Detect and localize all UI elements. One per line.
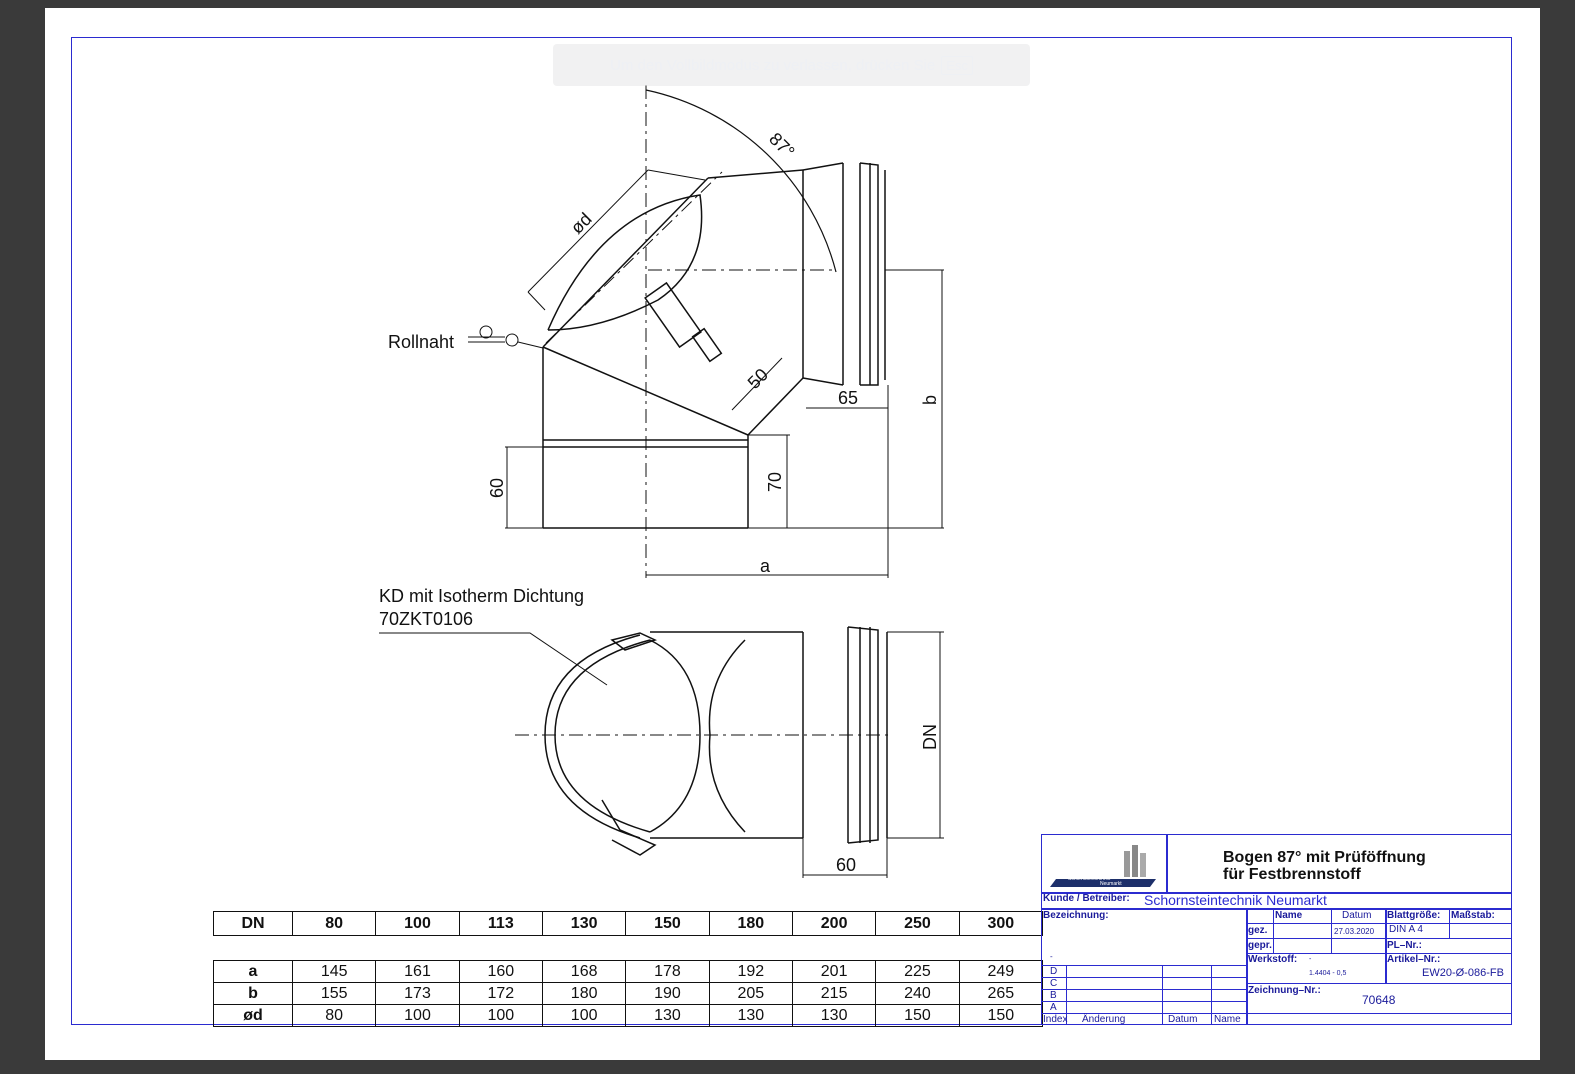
table-cell: 172 xyxy=(458,982,543,1005)
dim-50: 50 xyxy=(744,365,772,393)
date-header: Datum xyxy=(1342,910,1372,921)
angle-arc xyxy=(645,89,837,273)
material-dot: - xyxy=(1309,956,1312,963)
diameter-label: ød xyxy=(567,209,596,238)
dim-70: 70 xyxy=(765,472,785,492)
dim-a: a xyxy=(760,556,771,576)
dim-60-bottom: 60 xyxy=(836,855,856,875)
table-header-cell: 113 xyxy=(458,911,543,936)
table-cell: 265 xyxy=(958,982,1044,1005)
table-cell: 205 xyxy=(708,982,793,1005)
sheet-size-label: Blattgröße: xyxy=(1387,910,1441,921)
table-cell: 130 xyxy=(625,1004,710,1027)
table-cell: 80 xyxy=(291,1004,377,1027)
seam-symbol xyxy=(468,325,544,349)
elbow-front-view xyxy=(544,626,888,856)
drawing-title-line2: für Festbrennstoff xyxy=(1223,866,1361,883)
revision-change-header: Änderung xyxy=(1082,1014,1126,1025)
drawing-title-line1: Bogen 87° mit Prüföffnung xyxy=(1223,849,1426,866)
table-header-cell: 130 xyxy=(541,911,627,936)
table-header-cell: 180 xyxy=(708,911,793,936)
table-cell: 100 xyxy=(541,1004,627,1027)
table-cell: 130 xyxy=(791,1004,877,1027)
dim-60-left: 60 xyxy=(487,478,507,498)
table-cell: 190 xyxy=(625,982,710,1005)
table-cell: 150 xyxy=(875,1004,960,1027)
clamp-label-line1: KD mit Isotherm Dichtung xyxy=(379,586,584,606)
esc-key-hint: Esc xyxy=(941,55,973,75)
dim-dn: DN xyxy=(920,724,940,750)
table-header-cell: 150 xyxy=(625,911,710,936)
table-cell: 168 xyxy=(541,960,627,983)
table-cell: 155 xyxy=(291,982,377,1005)
table-cell: 130 xyxy=(708,1004,793,1027)
table-cell: 249 xyxy=(958,960,1044,983)
table-cell: 145 xyxy=(291,960,377,983)
table-header-cell: 100 xyxy=(375,911,460,936)
material-value: 1.4404 - 0,5 xyxy=(1309,970,1347,977)
company-logo: Schornsteintechnik Neumarkt xyxy=(1050,841,1162,887)
dim-65: 65 xyxy=(838,388,858,408)
table-header-cell: 250 xyxy=(875,911,960,936)
logo-text-2: Neumarkt xyxy=(1100,881,1122,887)
table-cell: 215 xyxy=(791,982,877,1005)
drawn-label: gez. xyxy=(1248,925,1268,936)
revision-index-header: Index xyxy=(1043,1014,1068,1025)
dimension-table: DN 80 100 113 130 150 180 200 250 300 a1… xyxy=(213,911,1044,1027)
table-cell: 201 xyxy=(791,960,877,983)
fullscreen-notice: Um den Vollbildmodus zu verlassen, drück… xyxy=(553,44,1030,86)
table-row: a 145 161 160 168 178 192 201 225 249 xyxy=(213,960,1044,983)
article-number-label: Artikel–Nr.: xyxy=(1387,954,1441,965)
dim-b: b xyxy=(920,395,940,405)
material-label: Werkstoff: xyxy=(1248,954,1298,965)
table-cell: 180 xyxy=(541,982,627,1005)
table-cell: 173 xyxy=(375,982,460,1005)
table-header-cell: 200 xyxy=(791,911,877,936)
checked-label: gepr. xyxy=(1248,940,1272,951)
table-header-cell: 80 xyxy=(291,911,377,936)
clamp-label-line2: 70ZKT0106 xyxy=(379,609,473,629)
table-cell: 100 xyxy=(458,1004,543,1027)
scale-label: Maßstab: xyxy=(1451,910,1495,921)
seam-label: Rollnaht xyxy=(388,332,454,352)
table-cell: 150 xyxy=(958,1004,1044,1027)
drawing-number-value: 70648 xyxy=(1362,993,1396,1007)
table-row: b 155 173 172 180 190 205 215 240 265 xyxy=(213,982,1044,1005)
revision-index-d: D xyxy=(1050,966,1058,977)
revision-date-header: Datum xyxy=(1168,1014,1198,1025)
customer-label: Kunde / Betreiber: xyxy=(1043,893,1130,904)
sheet-size-value: DIN A 4 xyxy=(1389,924,1423,935)
table-cell: 161 xyxy=(375,960,460,983)
table-row: ød 80 100 100 100 130 130 130 150 150 xyxy=(213,1004,1044,1027)
table-cell: 240 xyxy=(875,982,960,1005)
revision-index-c: C xyxy=(1050,978,1058,989)
table-header-dn: DN xyxy=(213,911,293,936)
revision-name-header: Name xyxy=(1214,1014,1241,1025)
table-header-cell: 300 xyxy=(958,911,1044,936)
table-cell: 225 xyxy=(875,960,960,983)
table-cell: 178 xyxy=(625,960,710,983)
title-block: Schornsteintechnik Neumarkt Bogen 87° mi… xyxy=(1041,834,1512,1025)
table-row-label: b xyxy=(213,982,293,1005)
drawing-number-label: Zeichnung–Nr.: xyxy=(1248,985,1321,996)
table-cell: 192 xyxy=(708,960,793,983)
designation-label: Bezeichnung: xyxy=(1043,910,1109,921)
elbow-side-view xyxy=(542,162,886,529)
table-cell: 160 xyxy=(458,960,543,983)
fullscreen-notice-text: Um den Vollbildmodus zu verlassen, drück… xyxy=(610,56,936,74)
designation-value: - xyxy=(1050,952,1053,961)
pl-number-label: PL–Nr.: xyxy=(1387,940,1423,951)
revision-index-a: A xyxy=(1050,1002,1057,1013)
article-number-value: EW20-Ø-086-FB xyxy=(1422,967,1504,979)
name-header: Name xyxy=(1275,910,1303,921)
table-cell: 100 xyxy=(375,1004,460,1027)
drawn-date: 27.03.2020 xyxy=(1334,927,1375,936)
customer-value: Schornsteintechnik Neumarkt xyxy=(1144,892,1327,908)
revision-index-b: B xyxy=(1050,990,1057,1001)
table-row-label: ød xyxy=(213,1004,293,1027)
table-row-label: a xyxy=(213,960,293,983)
